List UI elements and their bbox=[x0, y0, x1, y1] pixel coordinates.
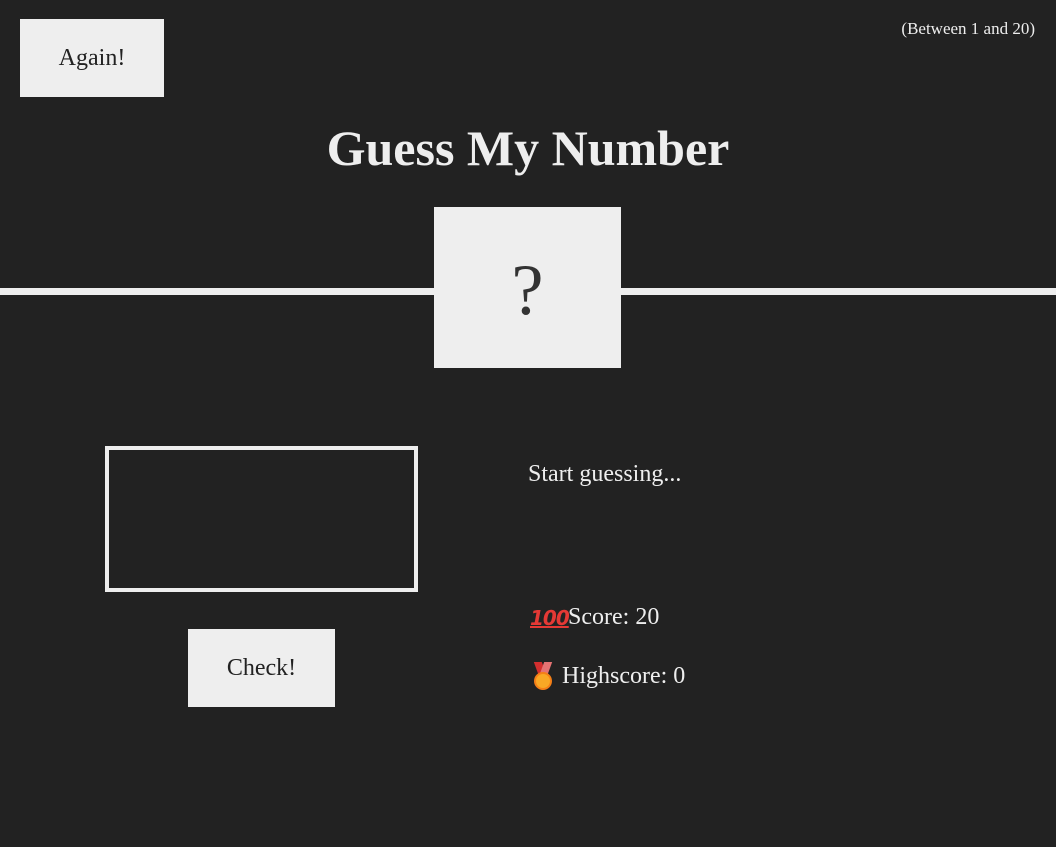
hundred-points-icon: 100 bbox=[530, 605, 570, 630]
score-label: Score: 20 bbox=[568, 604, 660, 630]
range-hint: (Between 1 and 20) bbox=[901, 19, 1035, 38]
guess-input[interactable] bbox=[105, 446, 418, 592]
again-button[interactable]: Again! bbox=[20, 19, 164, 97]
game-page: Again! (Between 1 and 20) Guess My Numbe… bbox=[0, 0, 1056, 847]
score-row: 100 Score: 20 bbox=[530, 604, 659, 631]
secret-number-box: ? bbox=[434, 207, 621, 368]
check-button[interactable]: Check! bbox=[188, 629, 335, 707]
medal-icon bbox=[530, 662, 556, 690]
highscore-label: Highscore: 0 bbox=[562, 662, 686, 689]
secret-number: ? bbox=[511, 250, 544, 330]
page-title: Guess My Number bbox=[326, 120, 730, 176]
highscore-row: Highscore: 0 bbox=[530, 662, 685, 690]
status-message: Start guessing... bbox=[528, 461, 682, 487]
